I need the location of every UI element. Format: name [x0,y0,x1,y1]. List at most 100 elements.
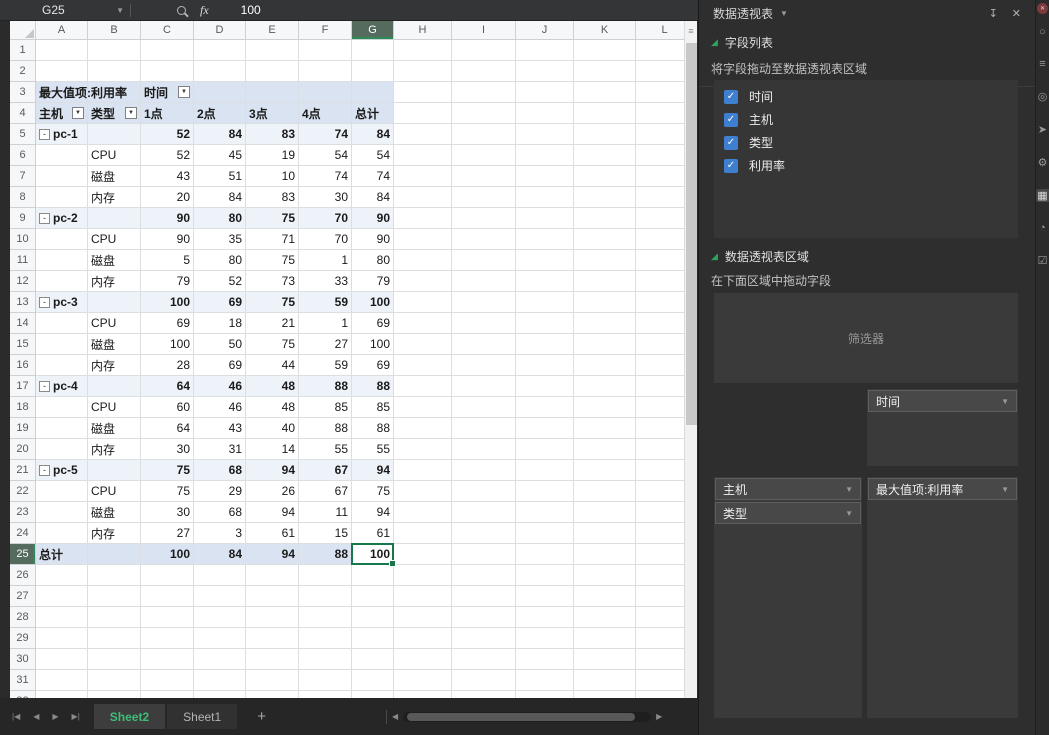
cell-I18[interactable] [452,397,516,418]
cell-B15[interactable]: 磁盘 [88,334,141,355]
cell-A22[interactable] [36,481,88,502]
row-field-pill[interactable]: 类型▼ [715,502,861,524]
cell-K6[interactable] [574,145,636,166]
cell-K1[interactable] [574,40,636,61]
cell-L12[interactable] [636,271,684,292]
cell-E32[interactable] [246,691,299,698]
cell-G32[interactable] [352,691,394,698]
checklist-icon[interactable]: ☑ [1036,254,1049,267]
cell-C26[interactable] [141,565,194,586]
cell-B2[interactable] [88,61,141,82]
cell-H19[interactable] [394,418,452,439]
cell-C6[interactable]: 52 [141,145,194,166]
cell-H17[interactable] [394,376,452,397]
cell-A20[interactable] [36,439,88,460]
cell-E11[interactable]: 75 [246,250,299,271]
cell-G26[interactable] [352,565,394,586]
cell-D8[interactable]: 84 [194,187,246,208]
cell-B28[interactable] [88,607,141,628]
collapse-button[interactable]: - [39,465,50,476]
cell-F11[interactable]: 1 [299,250,352,271]
cell-H2[interactable] [394,61,452,82]
cell-A30[interactable] [36,649,88,670]
field-item-主机[interactable]: ✓主机 [724,108,1008,131]
cell-E16[interactable]: 44 [246,355,299,376]
add-sheet-button[interactable]: + [257,708,266,725]
cell-G1[interactable] [352,40,394,61]
cell-E22[interactable]: 26 [246,481,299,502]
cell-K13[interactable] [574,292,636,313]
cell-L24[interactable] [636,523,684,544]
cell-C10[interactable]: 90 [141,229,194,250]
row-header-4[interactable]: 4 [10,103,36,124]
cell-E23[interactable]: 94 [246,502,299,523]
cell-C27[interactable] [141,586,194,607]
cell-G30[interactable] [352,649,394,670]
column-drop-area[interactable]: 时间▼ [867,389,1018,466]
cell-F16[interactable]: 59 [299,355,352,376]
row-header-21[interactable]: 21 [10,460,36,481]
row-header-31[interactable]: 31 [10,670,36,691]
filter-dropdown-icon[interactable]: ▼ [72,107,84,119]
checkbox-icon[interactable]: ✓ [724,90,738,104]
cell-F27[interactable] [299,586,352,607]
cell-H4[interactable] [394,103,452,124]
cell-D16[interactable]: 69 [194,355,246,376]
cell-A1[interactable] [36,40,88,61]
cell-A4[interactable]: 主机▼ [36,103,88,124]
cell-E30[interactable] [246,649,299,670]
cell-H14[interactable] [394,313,452,334]
cell-E14[interactable]: 21 [246,313,299,334]
row-header-25[interactable]: 25 [10,544,36,565]
vertical-scrollbar[interactable] [684,40,697,698]
cell-K16[interactable] [574,355,636,376]
cell-G9[interactable]: 90 [352,208,394,229]
cell-F20[interactable]: 55 [299,439,352,460]
cell-K29[interactable] [574,628,636,649]
cell-B24[interactable]: 内存 [88,523,141,544]
cell-G20[interactable]: 55 [352,439,394,460]
cell-F3[interactable] [299,82,352,103]
cell-J15[interactable] [516,334,574,355]
cell-H21[interactable] [394,460,452,481]
cell-F19[interactable]: 88 [299,418,352,439]
cell-I5[interactable] [452,124,516,145]
cell-D17[interactable]: 46 [194,376,246,397]
collapse-button[interactable]: - [39,213,50,224]
cell-D25[interactable]: 84 [194,544,246,565]
cell-G17[interactable]: 88 [352,376,394,397]
row-header-10[interactable]: 10 [10,229,36,250]
cell-A29[interactable] [36,628,88,649]
cell-K3[interactable] [574,82,636,103]
cell-D21[interactable]: 68 [194,460,246,481]
cell-L6[interactable] [636,145,684,166]
cell-E29[interactable] [246,628,299,649]
stack-icon[interactable]: ≡ [1036,58,1049,70]
cell-C13[interactable]: 100 [141,292,194,313]
cell-K28[interactable] [574,607,636,628]
cell-J18[interactable] [516,397,574,418]
next-sheet-icon[interactable]: ▶ [52,712,58,721]
cell-G5[interactable]: 84 [352,124,394,145]
cell-H1[interactable] [394,40,452,61]
cell-B7[interactable]: 磁盘 [88,166,141,187]
row-header-6[interactable]: 6 [10,145,36,166]
section-collapse-icon[interactable]: ◢ [711,251,718,262]
cell-B1[interactable] [88,40,141,61]
cell-J3[interactable] [516,82,574,103]
row-header-11[interactable]: 11 [10,250,36,271]
cell-J4[interactable] [516,103,574,124]
cell-J10[interactable] [516,229,574,250]
cell-I1[interactable] [452,40,516,61]
last-sheet-icon[interactable]: ▶| [72,712,80,721]
row-header-3[interactable]: 3 [10,82,36,103]
cell-G23[interactable]: 94 [352,502,394,523]
cell-G4[interactable]: 总计 [352,103,394,124]
cell-D13[interactable]: 69 [194,292,246,313]
cell-K30[interactable] [574,649,636,670]
cell-J28[interactable] [516,607,574,628]
cell-D9[interactable]: 80 [194,208,246,229]
insert-function-icon[interactable]: fx [200,3,209,18]
first-sheet-icon[interactable]: |◀ [12,712,20,721]
cell-K31[interactable] [574,670,636,691]
